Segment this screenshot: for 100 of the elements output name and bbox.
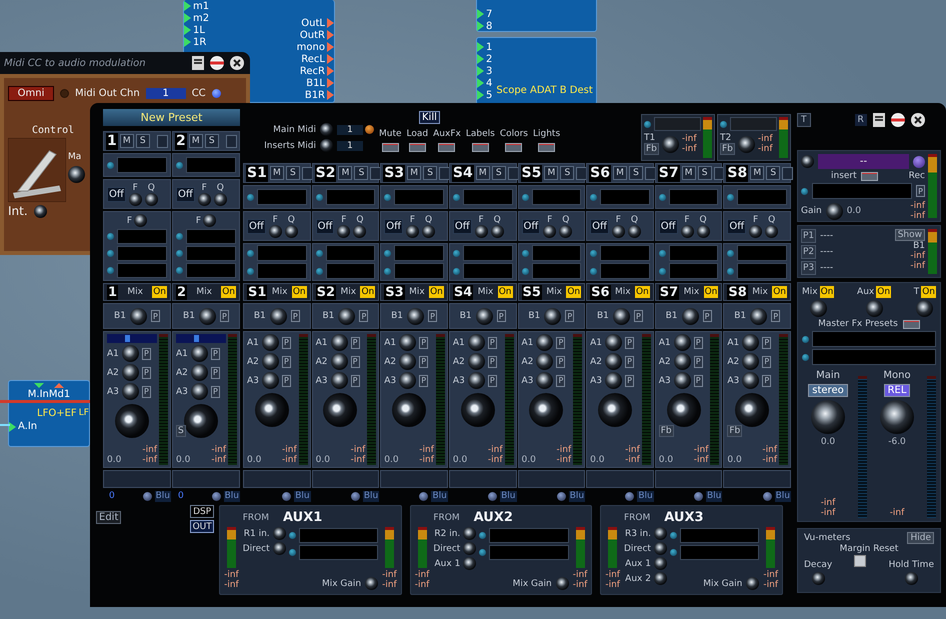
pre-button[interactable]: P xyxy=(762,356,772,368)
mute-button[interactable]: M xyxy=(476,166,490,180)
reset-button[interactable] xyxy=(854,555,866,567)
knob[interactable] xyxy=(654,572,667,585)
knob[interactable] xyxy=(268,224,282,238)
eq-button[interactable]: Off xyxy=(107,186,126,202)
color-label[interactable]: Blu xyxy=(154,490,171,502)
knob[interactable] xyxy=(353,224,366,238)
minimize-icon[interactable] xyxy=(210,56,224,70)
knob[interactable] xyxy=(198,308,216,324)
select-box[interactable] xyxy=(714,166,725,180)
on-button[interactable]: On xyxy=(566,286,582,298)
knob[interactable] xyxy=(320,123,333,136)
knob[interactable] xyxy=(654,527,667,540)
knob[interactable] xyxy=(338,308,356,324)
knob[interactable] xyxy=(128,192,142,206)
pre-button[interactable]: P xyxy=(702,310,712,322)
mute-button[interactable]: M xyxy=(188,134,203,148)
hide-button[interactable]: Hide xyxy=(907,532,934,544)
knob[interactable] xyxy=(190,383,208,400)
selector-bar[interactable] xyxy=(176,334,226,343)
color-label[interactable]: Blu xyxy=(568,490,586,502)
knob[interactable] xyxy=(406,224,420,238)
pan-knob[interactable] xyxy=(115,404,149,438)
t-button[interactable]: T xyxy=(797,113,810,127)
knob[interactable] xyxy=(190,345,208,362)
pre-button[interactable]: P xyxy=(488,374,497,386)
pre-button[interactable]: P xyxy=(350,374,360,386)
on-button[interactable]: On xyxy=(921,286,936,298)
toggle-button[interactable] xyxy=(505,143,522,152)
knob[interactable] xyxy=(34,204,47,218)
knob[interactable] xyxy=(682,308,699,324)
color-label[interactable]: Blu xyxy=(706,490,722,502)
knob[interactable] xyxy=(330,334,348,351)
pre-button[interactable]: P xyxy=(565,310,574,322)
volume-knob[interactable] xyxy=(811,400,845,434)
on-button[interactable]: On xyxy=(221,286,236,298)
stack-icon[interactable] xyxy=(872,113,885,127)
toggle-button[interactable] xyxy=(382,143,399,152)
knob[interactable] xyxy=(826,202,843,220)
knob[interactable] xyxy=(536,353,554,370)
pre-button[interactable]: P xyxy=(771,310,780,322)
knob[interactable] xyxy=(203,214,216,227)
on-button[interactable]: On xyxy=(772,286,787,298)
mute-button[interactable]: M xyxy=(270,166,284,180)
knob[interactable] xyxy=(742,334,760,351)
knob[interactable] xyxy=(605,353,622,370)
pre-button[interactable]: P xyxy=(625,356,634,368)
select-box[interactable] xyxy=(302,166,313,180)
preset-slot-button[interactable]: P2 xyxy=(801,245,816,259)
input-port-icon[interactable] xyxy=(34,383,44,388)
mute-button[interactable]: M xyxy=(612,166,627,180)
out-button[interactable]: OUT xyxy=(190,520,214,533)
pre-button[interactable]: P xyxy=(762,374,772,386)
knob[interactable] xyxy=(680,224,694,238)
pre-button[interactable]: P xyxy=(350,356,360,368)
color-label[interactable]: Blu xyxy=(637,490,654,502)
pan-knob[interactable] xyxy=(529,393,564,427)
pan-knob[interactable] xyxy=(460,393,495,427)
value-field[interactable]: 1 xyxy=(337,124,363,134)
knob[interactable] xyxy=(468,372,485,389)
knob[interactable] xyxy=(543,224,556,238)
toggle-button[interactable] xyxy=(408,143,426,152)
knob[interactable] xyxy=(904,572,918,585)
pre-button[interactable]: P xyxy=(142,348,151,360)
mute-button[interactable]: M xyxy=(407,166,422,180)
solo-button[interactable]: S xyxy=(560,166,574,180)
stack-icon[interactable] xyxy=(192,56,204,70)
insert-display[interactable]: -- xyxy=(818,154,909,169)
knob[interactable] xyxy=(399,372,416,389)
pre-button[interactable]: P xyxy=(142,366,151,378)
pre-button[interactable]: P xyxy=(359,310,368,322)
knob[interactable] xyxy=(463,542,476,555)
pre-button[interactable]: P xyxy=(625,336,634,348)
eq-button[interactable]: Off xyxy=(658,218,678,234)
close-icon[interactable] xyxy=(230,56,244,70)
knob[interactable] xyxy=(674,353,691,370)
knob[interactable] xyxy=(130,308,147,324)
color-picker-icon[interactable] xyxy=(419,492,428,500)
value-field[interactable]: 1 xyxy=(337,140,363,150)
volume-knob[interactable] xyxy=(880,400,914,434)
pre-button[interactable]: P xyxy=(694,356,703,368)
knob[interactable] xyxy=(330,353,348,370)
eq-button[interactable]: Off xyxy=(590,218,609,234)
color-picker-icon[interactable] xyxy=(350,492,360,500)
knob[interactable] xyxy=(337,224,350,238)
knob[interactable] xyxy=(750,308,768,324)
mute-button[interactable]: M xyxy=(120,134,134,148)
knob[interactable] xyxy=(476,308,493,324)
knob[interactable] xyxy=(399,334,416,351)
knob[interactable] xyxy=(365,577,378,590)
knob[interactable] xyxy=(463,527,476,540)
select-box[interactable] xyxy=(576,166,588,180)
presets-button[interactable] xyxy=(902,320,920,328)
knob[interactable] xyxy=(544,308,562,324)
color-picker-icon[interactable] xyxy=(556,492,566,500)
pre-button[interactable]: P xyxy=(488,356,497,368)
pan-knob[interactable] xyxy=(392,393,426,427)
select-box[interactable] xyxy=(644,166,656,180)
pre-button[interactable]: P xyxy=(556,356,566,368)
